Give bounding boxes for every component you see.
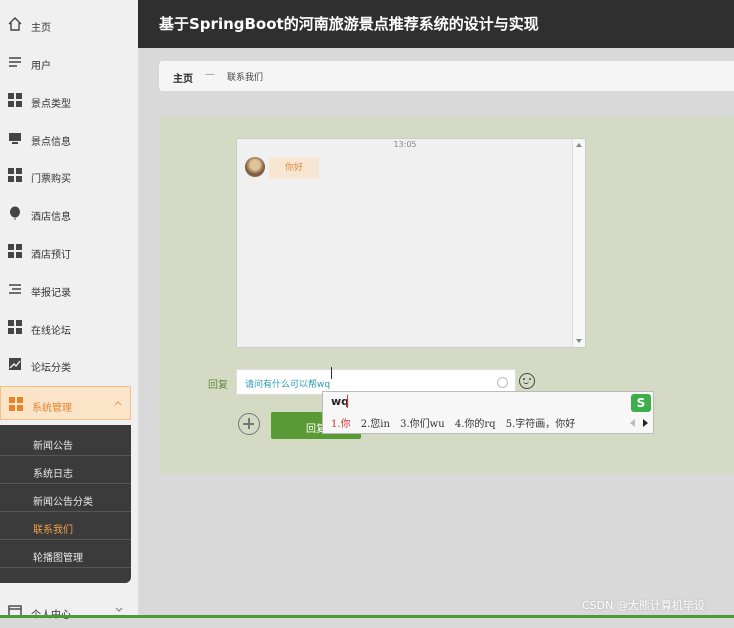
prev-page-icon[interactable] [630,419,635,427]
scroll-down-icon[interactable] [576,339,582,343]
avatar [245,157,265,177]
ime-candidate[interactable]: 4.你的rq [455,419,496,430]
text-cursor-icon [329,367,334,379]
sidebar-item-label: 用户 [31,61,51,72]
submenu-label: 新闻公告 [33,441,73,452]
submenu-item-news[interactable]: 新闻公告 [0,428,131,456]
breadcrumb: 主页 — 联系我们 [159,61,734,91]
list-icon [9,284,21,294]
submenu: 新闻公告 系统日志 新闻公告分类 联系我们 轮播图管理 [0,425,131,583]
sidebar-item-label: 个人中心 [31,606,71,621]
sidebar-item-label: 酒店预订 [31,250,71,261]
breadcrumb-separator: — [205,69,215,80]
sidebar-item-system[interactable]: 系统管理 [0,386,131,420]
sidebar-item-hotel-booking[interactable]: 酒店预订 [0,234,131,268]
submenu-label: 联系我们 [33,525,73,536]
app-title: 基于SpringBoot的河南旅游景点推荐系统的设计与实现 [159,15,539,33]
next-page-icon[interactable] [643,419,648,427]
chart-icon [9,358,21,370]
ime-page-nav[interactable] [630,417,648,429]
submenu-label: 轮播图管理 [33,553,83,564]
ime-candidate[interactable]: 1.你 [331,419,351,430]
list-icon [9,57,21,67]
monitor-icon [9,133,21,144]
sidebar-item-label: 景点信息 [31,137,71,148]
chat-message: 你好 [269,157,319,179]
reply-label: 回复 [208,380,228,391]
chevron-down-icon [115,607,123,612]
grid-icon [8,168,22,182]
submenu-item-news-category[interactable]: 新闻公告分类 [0,484,131,512]
sidebar-item-label: 论坛分类 [31,363,71,374]
reply-input-value: 请问有什么可以帮wq [245,380,331,390]
balloon-icon [10,206,20,220]
ime-candidate[interactable]: 2.您in [361,419,390,430]
breadcrumb-current: 联系我们 [227,73,264,83]
top-header: 基于SpringBoot的河南旅游景点推荐系统的设计与实现 [138,0,734,48]
sidebar-item-label: 景点类型 [31,99,71,110]
sidebar-item-scenic-info[interactable]: 景点信息 [0,121,131,155]
submenu-item-carousel[interactable]: 轮播图管理 [0,540,131,568]
chat-window[interactable]: 13:05 你好 [236,138,586,348]
sidebar-item-personal[interactable]: 个人中心 [0,594,131,628]
sidebar-item-scenic-types[interactable]: 景点类型 [0,83,131,117]
clear-icon[interactable] [497,377,508,388]
grid-icon [8,320,22,334]
sidebar-item-label: 系统管理 [32,403,72,414]
sidebar-item-label: 主页 [31,23,51,34]
sidebar-item-label: 在线论坛 [31,326,71,337]
chat-timestamp: 13:05 [393,140,417,149]
sidebar-item-tickets[interactable]: 门票购买 [0,158,131,192]
submenu-item-contact-us[interactable]: 联系我们 [0,512,131,540]
sogou-logo-icon: S [631,394,651,412]
sidebar-item-label: 举报记录 [31,288,71,299]
scroll-up-icon[interactable] [576,143,582,147]
sidebar-item-users[interactable]: 用户 [0,45,131,79]
sidebar-item-label: 门票购买 [31,174,71,185]
watermark: CSDN @大熊计算机毕设 [582,599,705,612]
home-icon [8,17,22,31]
submenu-label: 新闻公告分类 [33,497,93,508]
sidebar-item-forum-category[interactable]: 论坛分类 [0,347,131,381]
ime-candidate[interactable]: 5.字符画，你好 [506,419,576,430]
emoji-icon[interactable] [519,373,535,389]
sidebar-item-forum[interactable]: 在线论坛 [0,310,131,344]
ime-candidates: 1.你 2.您in 3.你们wu 4.你的rq 5.字符画，你好 [331,415,582,430]
add-icon[interactable] [238,413,260,435]
grid-icon [9,397,23,411]
chevron-up-icon [114,401,122,406]
sidebar: 主页 用户 景点类型 景点信息 门票购买 酒店信息 酒店预订 举报记录 在线论坛… [0,0,138,621]
submenu-item-system-log[interactable]: 系统日志 [0,456,131,484]
grid-icon [8,93,22,107]
sidebar-item-hotel-info[interactable]: 酒店信息 [0,196,131,230]
grid-icon [8,244,22,258]
breadcrumb-home[interactable]: 主页 [173,70,193,85]
submenu-label: 系统日志 [33,469,73,480]
ime-caret [347,395,348,408]
chat-scrollbar[interactable] [572,139,585,347]
sidebar-item-home[interactable]: 主页 [0,7,131,41]
sidebar-item-label: 酒店信息 [31,212,71,223]
sidebar-item-reports[interactable]: 举报记录 [0,272,131,306]
ime-candidate-popup[interactable]: wq 1.你 2.您in 3.你们wu 4.你的rq 5.字符画，你好 S [322,391,654,434]
ime-candidate[interactable]: 3.你们wu [400,419,445,430]
